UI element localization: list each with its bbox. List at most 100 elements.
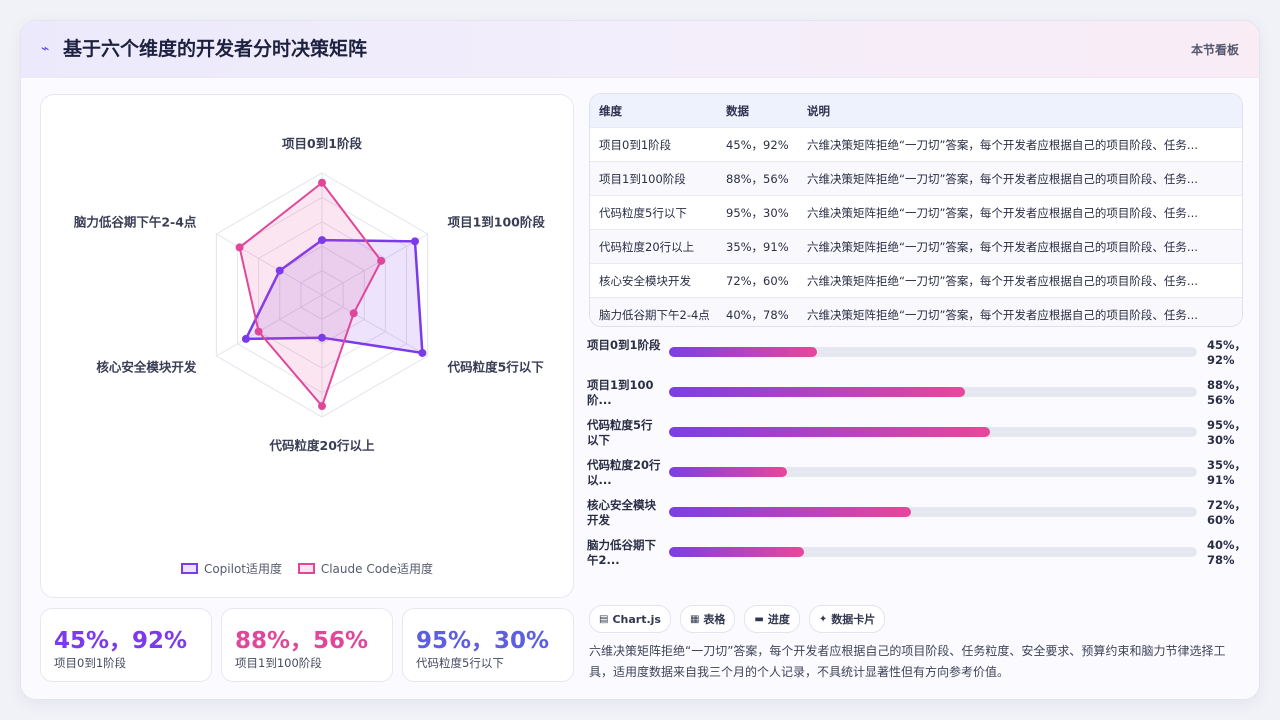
progress-value: 95%，30% — [1207, 418, 1247, 447]
progress-value: 88%，56% — [1207, 378, 1247, 407]
progress-track — [669, 467, 1197, 477]
progress-label: 项目0到1阶段 — [587, 338, 661, 352]
stat-card: 45%，92% 项目0到1阶段 — [40, 608, 212, 682]
table-row[interactable]: 代码粒度20行以上 35%，91% 六维决策矩阵拒绝“一刀切”答案，每个开发者应… — [590, 229, 1242, 263]
data-point-copilot — [318, 236, 326, 245]
cell-dimension: 代码粒度20行以上 — [599, 239, 695, 254]
data-point-claude — [349, 309, 358, 318]
data-point-copilot — [275, 266, 284, 275]
data-point-copilot — [241, 334, 250, 343]
legend-label-copilot: Copilot适用度 — [203, 562, 282, 576]
axis-label: 代码粒度5行以下 — [447, 360, 545, 375]
data-table: 维度 数据 说明 项目0到1阶段 45%，92% 六维决策矩阵拒绝“一刀切”答案… — [589, 93, 1243, 327]
data-point-claude — [254, 327, 263, 336]
progress-label: 代码粒度5行以下 — [587, 418, 653, 447]
progress-fill — [669, 507, 912, 517]
axis-label: 项目1到100阶段 — [448, 215, 546, 230]
cell-description: 六维决策矩阵拒绝“一刀切”答案，每个开发者应根据自己的项目阶段、任务... — [807, 239, 1198, 254]
progress-row: 核心安全模块开发 72%，60% — [587, 497, 1246, 533]
chip-data-card[interactable]: ✦ 数据卡片 — [808, 605, 886, 633]
progress-track — [669, 507, 1197, 517]
progress-track — [669, 547, 1197, 557]
data-point-claude — [377, 256, 386, 265]
stat-value: 95%，30% — [416, 628, 550, 654]
radar-chart: 项目0到1阶段项目1到100阶段代码粒度5行以下代码粒度20行以上 核心安全模块开… — [73, 136, 546, 453]
axis-label: 代码粒度20行以上 — [269, 438, 375, 453]
stat-label: 项目0到1阶段 — [54, 656, 127, 670]
header-description: 说明 — [807, 103, 830, 118]
progress-icon: ▬ — [754, 613, 764, 625]
board-link[interactable]: 本节看板 — [1191, 41, 1239, 58]
chip-chartjs[interactable]: ▤ Chart.js — [589, 605, 671, 633]
header-data: 数据 — [726, 103, 749, 118]
data-point-copilot — [418, 348, 427, 357]
cell-data: 95%，30% — [726, 205, 789, 220]
cell-dimension: 项目1到100阶段 — [599, 171, 686, 186]
progress-list: 项目0到1阶段 45%，92% 项目1到100阶... 88%，56% 代码粒度… — [587, 337, 1246, 577]
cell-dimension: 项目0到1阶段 — [599, 137, 672, 152]
cell-description: 六维决策矩阵拒绝“一刀切”答案，每个开发者应根据自己的项目阶段、任务... — [807, 307, 1198, 322]
tag-chips: ▤ Chart.js ▦ 表格 ▬ 进度 ✦ 数据卡片 — [589, 605, 894, 633]
chip-label: 数据卡片 — [831, 613, 876, 626]
chip-label: 进度 — [767, 613, 790, 626]
axis-label: 核心安全模块开发 — [96, 360, 197, 375]
progress-label: 核心安全模块开发 — [587, 498, 656, 527]
stat-label: 代码粒度5行以下 — [416, 656, 504, 670]
cell-data: 45%，92% — [726, 137, 789, 152]
progress-fill — [669, 347, 817, 357]
legend-label-claude: Claude Code适用度 — [320, 562, 434, 576]
description-text: 六维决策矩阵拒绝“一刀切”答案，每个开发者应根据自己的项目阶段、任务粒度、安全要… — [589, 644, 1226, 679]
table-icon: ▦ — [689, 613, 700, 625]
spark-icon: ⌁ — [41, 41, 50, 57]
table-header: 维度 数据 说明 — [590, 94, 1242, 127]
progress-track — [669, 387, 1197, 397]
table-row[interactable]: 项目1到100阶段 88%，56% 六维决策矩阵拒绝“一刀切”答案，每个开发者应… — [590, 161, 1242, 195]
table-row[interactable]: 脑力低谷期下午2-4点 40%，78% 六维决策矩阵拒绝“一刀切”答案，每个开发… — [590, 297, 1242, 326]
data-point-claude — [318, 178, 326, 187]
legend-swatch-copilot — [180, 563, 198, 574]
progress-track — [669, 347, 1197, 357]
progress-value: 72%，60% — [1207, 498, 1247, 527]
chart-legend: Copilot适用度 Claude Code适用度 — [41, 560, 573, 577]
data-point-claude — [318, 402, 326, 411]
legend-swatch-claude — [297, 563, 315, 574]
cell-description: 六维决策矩阵拒绝“一刀切”答案，每个开发者应根据自己的项目阶段、任务... — [807, 171, 1198, 186]
cell-data: 72%，60% — [726, 273, 789, 288]
progress-row: 项目0到1阶段 45%，92% — [587, 337, 1246, 373]
cell-description: 六维决策矩阵拒绝“一刀切”答案，每个开发者应根据自己的项目阶段、任务... — [807, 205, 1198, 220]
cell-data: 35%，91% — [726, 239, 789, 254]
table-row[interactable]: 项目0到1阶段 45%，92% 六维决策矩阵拒绝“一刀切”答案，每个开发者应根据… — [590, 127, 1242, 161]
axis-label: 项目0到1阶段 — [282, 136, 362, 151]
table-row[interactable]: 代码粒度5行以下 95%，30% 六维决策矩阵拒绝“一刀切”答案，每个开发者应根… — [590, 195, 1242, 229]
chip-label: 表格 — [703, 613, 726, 626]
legend-item-claude[interactable]: Claude Code适用度 — [297, 560, 434, 577]
chip-table[interactable]: ▦ 表格 — [679, 605, 736, 633]
header-dimension: 维度 — [599, 103, 622, 118]
table-row[interactable]: 核心安全模块开发 72%，60% 六维决策矩阵拒绝“一刀切”答案，每个开发者应根… — [590, 263, 1242, 297]
stat-value: 45%，92% — [54, 628, 188, 654]
progress-value: 40%，78% — [1207, 538, 1247, 567]
legend-item-copilot[interactable]: Copilot适用度 — [180, 560, 282, 577]
progress-row: 项目1到100阶... 88%，56% — [587, 377, 1246, 413]
cell-description: 六维决策矩阵拒绝“一刀切”答案，每个开发者应根据自己的项目阶段、任务... — [807, 137, 1198, 152]
progress-fill — [669, 387, 965, 397]
progress-fill — [669, 467, 787, 477]
series-area-claude — [238, 181, 383, 408]
cell-data: 40%，78% — [726, 307, 789, 322]
progress-track — [669, 427, 1197, 437]
data-point-copilot — [410, 237, 419, 246]
progress-fill — [669, 547, 804, 557]
progress-value: 45%，92% — [1207, 338, 1247, 367]
data-point-claude — [235, 243, 244, 252]
dashboard-card: ⌁ 基于六个维度的开发者分时决策矩阵 本节看板 项目0到1阶段 项目1到100阶段… — [20, 20, 1260, 700]
progress-label: 项目1到100阶... — [587, 378, 654, 407]
header-bar: ⌁ 基于六个维度的开发者分时决策矩阵 本节看板 — [21, 21, 1259, 78]
grid-icon: ▤ — [599, 613, 609, 625]
stat-value: 88%，56% — [235, 628, 369, 654]
stat-label: 项目1到100阶段 — [235, 656, 322, 670]
radar-chart-panel: 项目0到1阶段项目1到100阶段 代码粒度5行以下代码粒度20行以上 核心安全模块开… — [40, 94, 574, 598]
sparkle-icon: ✦ — [818, 613, 828, 625]
chip-progress[interactable]: ▬ 进度 — [744, 605, 800, 633]
progress-value: 35%，91% — [1207, 458, 1247, 487]
progress-fill — [669, 427, 991, 437]
